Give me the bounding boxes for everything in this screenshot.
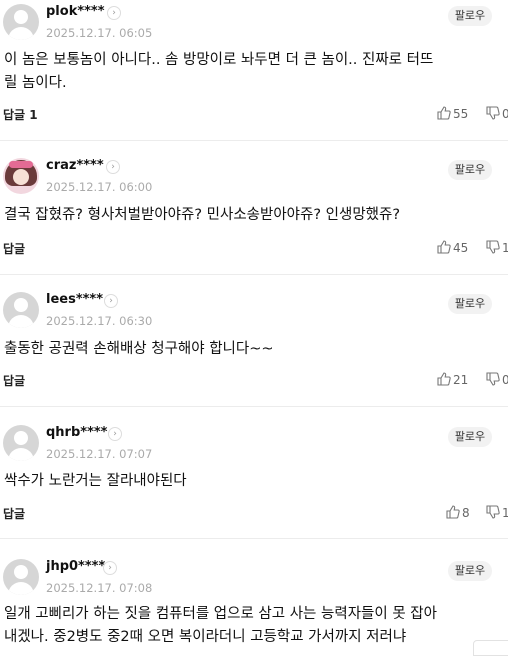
- comment-date: 2025.12.17. 06:30: [46, 314, 153, 328]
- thumbs-down-icon: [486, 240, 500, 254]
- dislike-count: 0: [502, 373, 508, 387]
- dislike-button[interactable]: 1: [486, 505, 508, 520]
- avatar[interactable]: [3, 559, 39, 595]
- dislike-count: 1: [502, 241, 508, 255]
- like-button[interactable]: 55: [437, 106, 468, 121]
- thumbs-up-icon: [437, 106, 451, 120]
- more-options-icon[interactable]: ⋮: [502, 159, 508, 175]
- comment-item: qhrb**** › 2025.12.17. 07:07 팔로우 ⋮ 싹수가 노…: [0, 421, 508, 539]
- comment-text: 결국 잡혔쥬? 형사처벌받아야쥬? 민사소송받아야쥬? 인생망했쥬?: [4, 207, 401, 223]
- thumbs-up-icon: [437, 372, 451, 386]
- dislike-button[interactable]: 0: [486, 372, 508, 387]
- reply-button[interactable]: 답글: [3, 372, 25, 389]
- dislike-button[interactable]: 1: [486, 240, 508, 255]
- comment-item: lees**** › 2025.12.17. 06:30 팔로우 ⋮ 출동한 공…: [0, 288, 508, 407]
- thumbs-down-icon: [486, 372, 500, 386]
- follow-button[interactable]: 팔로우: [448, 561, 492, 581]
- like-button[interactable]: 21: [437, 372, 468, 387]
- comment-item: jhp0**** › 2025.12.17. 07:08 팔로우 ⋮ 일개 고삐…: [0, 555, 508, 652]
- comment-nickname[interactable]: craz****: [46, 158, 104, 173]
- comment-nickname[interactable]: jhp0****: [46, 559, 105, 574]
- chevron-right-icon[interactable]: ›: [103, 561, 117, 575]
- comment-item: plok**** › 2025.12.17. 06:05 팔로우 ⋮ 이 놈은 …: [0, 0, 508, 141]
- more-options-icon[interactable]: ⋮: [502, 426, 508, 442]
- comment-date: 2025.12.17. 07:08: [46, 581, 153, 595]
- dislike-button[interactable]: 0: [486, 106, 508, 121]
- comment-nickname[interactable]: plok****: [46, 4, 105, 19]
- comment-item: craz**** › 2025.12.17. 06:00 팔로우 ⋮ 결국 잡혔…: [0, 154, 508, 275]
- dislike-count: 1: [502, 506, 508, 520]
- comment-text: 싹수가 노란거는 잘라내야된다: [4, 473, 187, 489]
- like-count: 45: [453, 241, 469, 255]
- chevron-right-icon[interactable]: ›: [107, 6, 121, 20]
- more-options-icon[interactable]: ⋮: [502, 560, 508, 576]
- thumbs-down-icon: [486, 106, 500, 120]
- scroll-to-top-button[interactable]: [473, 640, 508, 656]
- reply-button[interactable]: 답글: [3, 240, 25, 257]
- follow-button[interactable]: 팔로우: [448, 427, 492, 447]
- avatar[interactable]: [3, 292, 39, 328]
- thumbs-up-icon: [437, 240, 451, 254]
- like-button[interactable]: 8: [446, 505, 470, 520]
- avatar[interactable]: [3, 425, 39, 461]
- comment-date: 2025.12.17. 06:05: [46, 26, 153, 40]
- like-count: 8: [462, 506, 470, 520]
- avatar[interactable]: [3, 4, 39, 40]
- avatar[interactable]: [3, 158, 39, 194]
- follow-button[interactable]: 팔로우: [448, 160, 492, 180]
- thumbs-up-icon: [446, 505, 460, 519]
- comment-text: 이 놈은 보통놈이 아니다.. 솜 방망이로 놔두면 더 큰 놈이.. 진짜로 …: [4, 52, 434, 91]
- follow-button[interactable]: 팔로우: [448, 294, 492, 314]
- dislike-count: 0: [502, 107, 508, 121]
- like-button[interactable]: 45: [437, 240, 468, 255]
- like-count: 55: [453, 107, 469, 121]
- comment-text: 일개 고삐리가 하는 짓을 컴퓨터를 업으로 삼고 사는 능력자들이 못 잡아 …: [4, 606, 437, 645]
- more-options-icon[interactable]: ⋮: [502, 5, 508, 21]
- thumbs-down-icon: [486, 505, 500, 519]
- chevron-right-icon[interactable]: ›: [108, 427, 122, 441]
- reply-button[interactable]: 답글 1: [3, 106, 38, 123]
- comment-date: 2025.12.17. 06:00: [46, 180, 153, 194]
- comment-text: 출동한 공권력 손해배상 청구해야 합니다~~: [4, 341, 274, 357]
- more-options-icon[interactable]: ⋮: [502, 293, 508, 309]
- chevron-right-icon[interactable]: ›: [104, 294, 118, 308]
- comment-date: 2025.12.17. 07:07: [46, 447, 153, 461]
- comment-nickname[interactable]: qhrb****: [46, 425, 107, 440]
- like-count: 21: [453, 373, 469, 387]
- reply-button[interactable]: 답글: [3, 505, 25, 522]
- chevron-right-icon[interactable]: ›: [106, 160, 120, 174]
- comment-nickname[interactable]: lees****: [46, 292, 103, 307]
- follow-button[interactable]: 팔로우: [448, 6, 492, 26]
